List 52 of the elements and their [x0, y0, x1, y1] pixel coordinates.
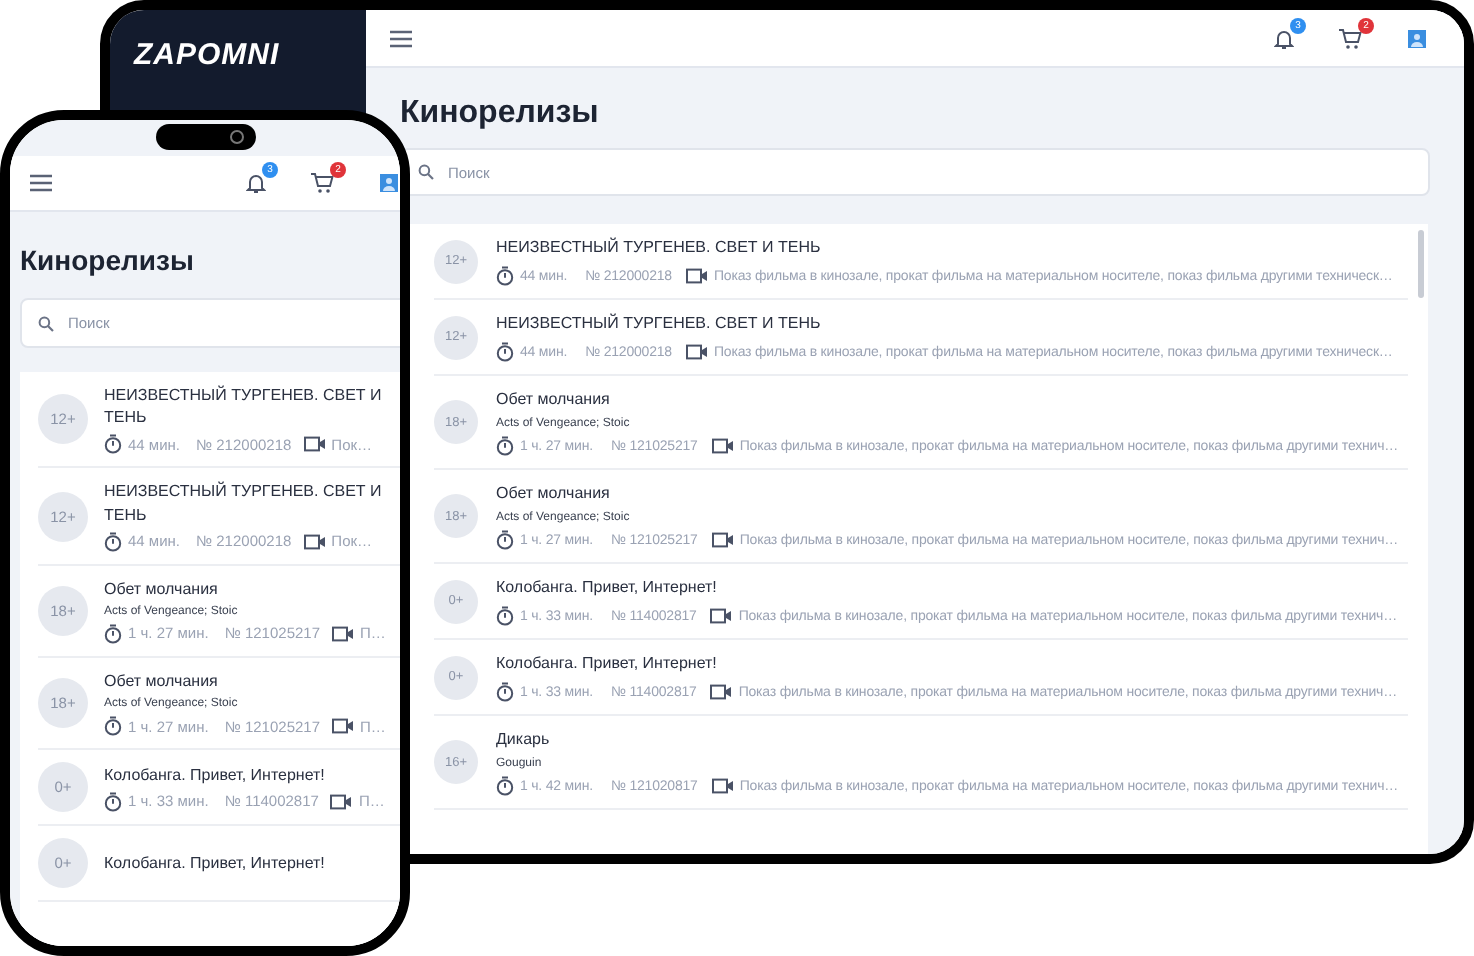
video-camera-icon: [332, 625, 354, 642]
stopwatch-icon: [104, 623, 122, 644]
video-camera-icon: [711, 532, 734, 548]
stopwatch-icon: [496, 682, 514, 702]
film-title[interactable]: Обет молчания: [496, 388, 1399, 412]
stopwatch-icon: [104, 531, 122, 552]
video-camera-icon: [710, 684, 733, 700]
film-title[interactable]: НЕИЗВЕСТНЫЙ ТУРГЕНЕВ. СВЕТ И ТЕНЬ: [104, 480, 400, 526]
search-icon: [418, 164, 434, 180]
logo: ZAPOMNI: [134, 38, 280, 72]
film-title[interactable]: Колобанга. Привет, Интернет!: [496, 576, 1397, 600]
stopwatch-icon: [496, 342, 514, 362]
film-title[interactable]: Колобанга. Привет, Интернет!: [104, 852, 325, 875]
film-title[interactable]: Обет молчания: [104, 669, 386, 693]
stopwatch-icon: [496, 266, 514, 286]
camera-notch: [156, 124, 256, 150]
scrollbar-thumb[interactable]: [1418, 230, 1424, 298]
film-title[interactable]: НЕИЗВЕСТНЫЙ ТУРГЕНЕВ. СВЕТ И ТЕНЬ: [496, 236, 1393, 260]
cart-icon[interactable]: [310, 172, 334, 194]
avatar-icon[interactable]: [1406, 27, 1428, 49]
video-camera-icon: [303, 533, 326, 550]
stopwatch-icon: [104, 716, 122, 737]
video-camera-icon: [711, 778, 734, 794]
page-title: Кинорелизы: [400, 96, 601, 132]
video-camera-icon: [685, 268, 708, 284]
video-camera-icon: [332, 718, 354, 735]
film-title[interactable]: НЕИЗВЕСТНЫЙ ТУРГЕНЕВ. СВЕТ И ТЕНЬ: [496, 312, 1393, 336]
video-camera-icon: [711, 438, 734, 454]
stopwatch-icon: [496, 606, 514, 626]
bell-icon[interactable]: [1274, 27, 1294, 49]
film-title[interactable]: Колобанга. Привет, Интернет!: [104, 763, 385, 786]
stopwatch-icon: [496, 530, 514, 550]
film-title[interactable]: Обет молчания: [496, 482, 1399, 506]
menu-icon[interactable]: [30, 174, 52, 192]
bell-icon[interactable]: [246, 172, 266, 194]
stopwatch-icon: [496, 776, 514, 796]
cart-icon[interactable]: [1338, 27, 1362, 49]
page-title: Кинорелизы: [20, 244, 196, 276]
stopwatch-icon: [104, 434, 122, 455]
film-title[interactable]: Обет молчания: [104, 577, 386, 600]
search-icon: [38, 315, 54, 331]
stopwatch-icon: [496, 436, 514, 456]
stopwatch-icon: [104, 791, 122, 812]
video-camera-icon: [710, 608, 733, 624]
video-camera-icon: [685, 344, 708, 360]
film-title[interactable]: Дикарь: [496, 728, 1399, 752]
menu-icon[interactable]: [390, 29, 412, 47]
film-title[interactable]: Колобанга. Привет, Интернет!: [496, 652, 1397, 676]
avatar-icon[interactable]: [378, 172, 400, 194]
video-camera-icon: [330, 793, 353, 810]
video-camera-icon: [303, 436, 326, 453]
film-title[interactable]: НЕИЗВЕСТНЫЙ ТУРГЕНЕВ. СВЕТ И ТЕНЬ: [104, 384, 400, 429]
